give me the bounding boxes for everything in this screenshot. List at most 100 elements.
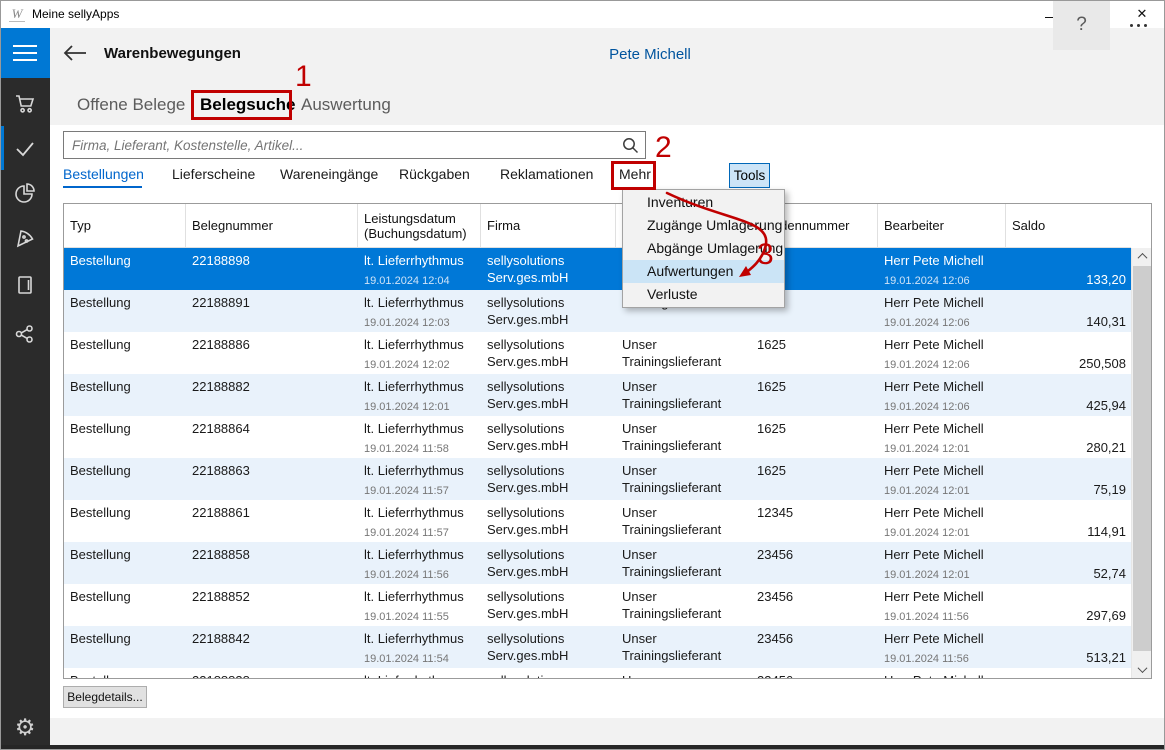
hamburger-icon	[13, 45, 37, 47]
cell-firma: sellysolutions	[481, 668, 616, 678]
column-header-typ[interactable]: Typ	[64, 204, 186, 247]
column-header-saldo[interactable]: Saldo	[1006, 204, 1131, 247]
back-button[interactable]	[60, 40, 90, 66]
cell-bearbeiter: Herr Pete Michell19.01.2024 12:06	[878, 374, 1006, 416]
menu-item-verluste[interactable]: Verluste	[623, 283, 784, 306]
sidebar-item-network[interactable]	[0, 312, 50, 356]
settings-button[interactable]: ⚙	[0, 705, 50, 749]
cell-bearbeiter: Herr Pete Michell19.01.2024 12:06	[878, 332, 1006, 374]
tab-offene-belege[interactable]: Offene Belege	[77, 95, 185, 115]
scroll-up-arrow-icon[interactable]	[1132, 248, 1152, 265]
cell-bearbeiter: Herr Pete Michell19.01.2024 12:06	[878, 290, 1006, 332]
cell-saldo: 114,91	[1006, 500, 1131, 542]
user-name[interactable]: Pete Michell	[530, 46, 770, 63]
cell-saldo: 133,20	[1006, 248, 1131, 290]
cell-firma: sellysolutionsServ.ges.mbH	[481, 626, 616, 668]
table-row[interactable]: Bestellung22188863lt. Lieferrhythmus19.0…	[64, 458, 1131, 500]
menu-item-inventuren[interactable]: Inventuren	[623, 191, 784, 214]
cell-bearbeiter: Herr Pete Michell19.01.2024 12:01	[878, 458, 1006, 500]
column-header-leistungsdatum[interactable]: Leistungsdatum(Buchungsdatum)	[358, 204, 481, 247]
sidebar-item-cart[interactable]	[0, 81, 50, 125]
search-input[interactable]	[64, 138, 615, 153]
cell-leistungsdatum: lt. Lieferrhythmus19.01.2024 11:54	[358, 626, 481, 668]
table-row[interactable]: Bestellung22188891lt. Lieferrhythmus19.0…	[64, 290, 1131, 332]
cell-lieferant: UnserTrainingslieferant	[616, 500, 751, 542]
cell-kundennummer: 1625	[751, 332, 878, 374]
doctab-reklamationen[interactable]: Reklamationen	[500, 166, 593, 182]
cell-leistungsdatum: lt. Lieferrhythmus19.01.2024 11:56	[358, 542, 481, 584]
cell-saldo: 52,74	[1006, 542, 1131, 584]
cell-belegnummer: 22188858	[186, 542, 358, 584]
cell-bearbeiter: Herr Pete Michell19.01.2024 12:06	[878, 248, 1006, 290]
doctab-bestellungen[interactable]: Bestellungen	[63, 166, 144, 182]
cell-leistungsdatum: lt. Lieferrhythmus19.01.2024 12:01	[358, 374, 481, 416]
table-row[interactable]: Bestellung22188842lt. Lieferrhythmus19.0…	[64, 626, 1131, 668]
menu-item-aufwertungen[interactable]: Aufwertungen	[623, 260, 784, 283]
window-bottom-edge	[0, 745, 1165, 750]
cell-lieferant: UnserTrainingslieferant	[616, 626, 751, 668]
shopping-cart-icon	[13, 91, 37, 115]
menu-item-zugaenge-umlagerung[interactable]: Zugänge Umlagerung	[623, 214, 784, 237]
book-icon	[13, 273, 37, 297]
hamburger-menu-button[interactable]	[0, 28, 50, 78]
cell-leistungsdatum: lt. Lieferrhythmus19.01.2024 11:57	[358, 458, 481, 500]
table-row[interactable]: Bestellung22188861lt. Lieferrhythmus19.0…	[64, 500, 1131, 542]
back-arrow-icon	[62, 43, 88, 63]
help-button[interactable]: ?	[1053, 0, 1110, 50]
app-title: Meine sellyApps	[32, 7, 119, 21]
table-row[interactable]: Bestellung22188852lt. Lieferrhythmus19.0…	[64, 584, 1131, 626]
cell-firma: sellysolutionsServ.ges.mbH	[481, 248, 616, 290]
cell-bearbeiter: Herr Pete Michell19.01.2024 12:01	[878, 500, 1006, 542]
checkmark-icon	[13, 136, 37, 160]
scroll-down-arrow-icon[interactable]	[1132, 661, 1152, 678]
cell-lieferant: Unser	[616, 668, 751, 678]
cell-typ: Bestellung	[64, 584, 186, 626]
search-icon[interactable]	[615, 136, 645, 154]
cell-saldo: 513,21	[1006, 626, 1131, 668]
cell-leistungsdatum: lt. Lieferrhythmus19.01.2024 12:02	[358, 332, 481, 374]
search-box	[63, 131, 646, 159]
tab-auswertung[interactable]: Auswertung	[301, 95, 391, 115]
share-network-icon	[13, 322, 37, 346]
column-header-belegnummer[interactable]: Belegnummer	[186, 204, 358, 247]
sidebar-item-products[interactable]	[0, 217, 50, 261]
annotation-step-2: 2	[655, 134, 672, 162]
table-row[interactable]: Bestellung22188886lt. Lieferrhythmus19.0…	[64, 332, 1131, 374]
tab-belegsuche[interactable]: Belegsuche	[200, 95, 295, 115]
cell-saldo: 250,508	[1006, 332, 1131, 374]
doctab-rueckgaben[interactable]: Rückgaben	[399, 166, 470, 182]
vertical-scrollbar[interactable]	[1131, 248, 1151, 678]
tools-button[interactable]: Tools	[729, 163, 770, 188]
cell-leistungsdatum: lt. Lieferrhythmus19.01.2024 12:03	[358, 290, 481, 332]
table-row[interactable]: Bestellung22188882lt. Lieferrhythmus19.0…	[64, 374, 1131, 416]
sidebar-item-reports[interactable]	[0, 171, 50, 215]
sidebar-item-tasks[interactable]	[0, 126, 50, 170]
cell-typ: Bestellung	[64, 668, 186, 678]
cell-belegnummer: 22188864	[186, 416, 358, 458]
column-header-firma[interactable]: Firma	[481, 204, 616, 247]
column-header-bearbeiter[interactable]: Bearbeiter	[878, 204, 1006, 247]
doctab-wareneingaenge[interactable]: Wareneingänge	[280, 166, 378, 182]
cell-saldo: 425,94	[1006, 374, 1131, 416]
table-row[interactable]: Bestellung22188898lt. Lieferrhythmus19.0…	[64, 248, 1131, 290]
cell-firma: sellysolutionsServ.ges.mbH	[481, 500, 616, 542]
scrollbar-thumb[interactable]	[1133, 266, 1151, 651]
table-row[interactable]: Bestellung22188858lt. Lieferrhythmus19.0…	[64, 542, 1131, 584]
cell-typ: Bestellung	[64, 290, 186, 332]
doctab-mehr[interactable]: Mehr	[619, 166, 651, 182]
cell-belegnummer: 22188882	[186, 374, 358, 416]
cell-typ: Bestellung	[64, 374, 186, 416]
cell-kundennummer: 1625	[751, 458, 878, 500]
menu-item-abgaenge-umlagerung[interactable]: Abgänge Umlagerung	[623, 237, 784, 260]
table-header: Typ Belegnummer Leistungsdatum(Buchungsd…	[64, 204, 1131, 248]
cell-bearbeiter: Herr Pete Michell19.01.2024 11:56	[878, 584, 1006, 626]
cell-belegnummer: 22188852	[186, 584, 358, 626]
table-row[interactable]: Bestellung22188838lt. Lieferrhythmussell…	[64, 668, 1131, 678]
more-options-button[interactable]	[1112, 0, 1165, 50]
doctab-lieferscheine[interactable]: Lieferscheine	[172, 166, 255, 182]
sidebar-item-journal[interactable]	[0, 263, 50, 307]
belegdetails-button[interactable]: Belegdetails...	[63, 686, 147, 708]
table-row[interactable]: Bestellung22188864lt. Lieferrhythmus19.0…	[64, 416, 1131, 458]
cell-saldo: 297,69	[1006, 584, 1131, 626]
ellipsis-icon	[1130, 24, 1133, 27]
